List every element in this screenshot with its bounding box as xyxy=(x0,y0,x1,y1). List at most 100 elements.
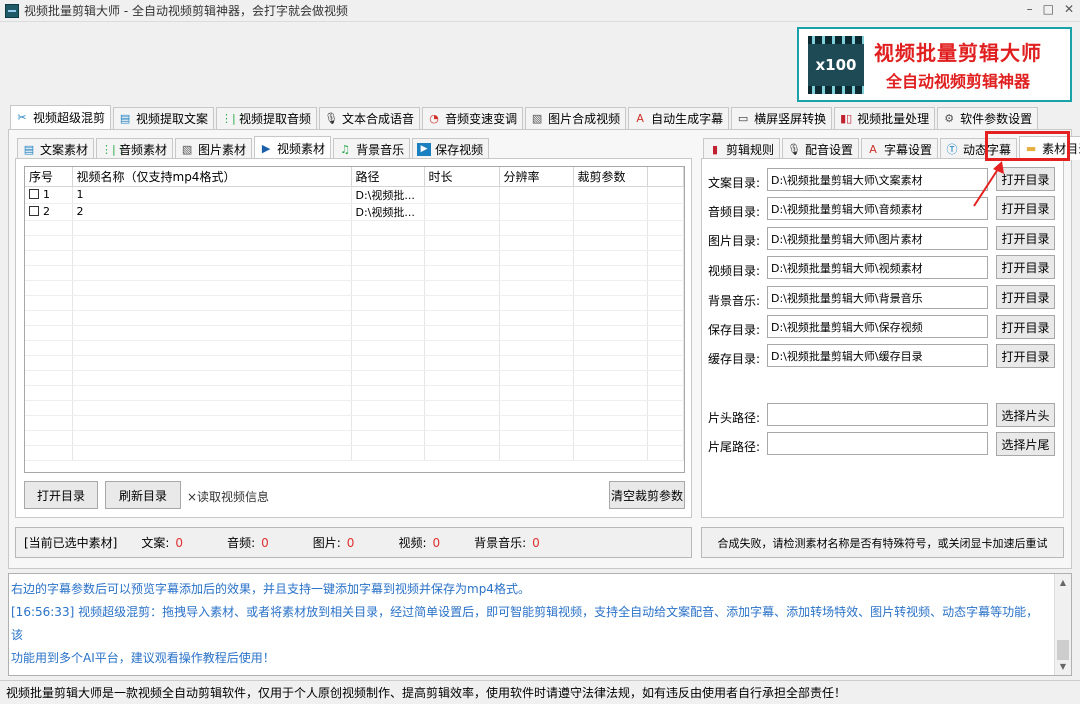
tab-extract-text[interactable]: ▤ 视频提取文案 xyxy=(113,107,215,129)
cache-dir-field[interactable]: D:\视频批量剪辑大师\缓存目录 xyxy=(767,344,988,367)
col-duration-header[interactable]: 时长 xyxy=(424,167,500,187)
row-checkbox[interactable] xyxy=(29,189,39,199)
log-scrollbar[interactable]: ▲ ▼ xyxy=(1054,574,1071,675)
music-icon: ♫ xyxy=(340,143,350,156)
cell-name: 2 xyxy=(72,203,352,221)
settings-tabs: ▮剪辑规则 🎙配音设置 A字幕设置 Ⓣ动态字幕 ▬素材目录 xyxy=(703,136,1080,160)
clear-crop-params-button[interactable]: 清空裁剪参数 xyxy=(609,481,685,509)
col-index-header[interactable]: 序号 xyxy=(25,167,73,187)
maximize-button[interactable]: □ xyxy=(1043,2,1054,16)
select-outro-button[interactable]: 选择片尾 xyxy=(996,432,1055,456)
outro-path-field[interactable] xyxy=(767,432,988,455)
minimize-button[interactable]: – xyxy=(1027,2,1033,16)
audio-dir-label: 音频目录: xyxy=(708,205,761,219)
open-music-dir-button[interactable]: 打开目录 xyxy=(996,285,1055,309)
tab-text-material[interactable]: ▤ 文案素材 xyxy=(17,138,95,160)
waveform-icon: ⋮|⋮ xyxy=(221,112,247,125)
music-dir-label: 背景音乐: xyxy=(708,294,761,308)
image-dir-field[interactable]: D:\视频批量剪辑大师\图片素材 xyxy=(767,227,988,250)
open-cache-dir-button[interactable]: 打开目录 xyxy=(996,344,1055,368)
film-logo-icon: x100 xyxy=(808,35,864,94)
tab-text-to-speech[interactable]: 🎙 文本合成语音 xyxy=(319,107,421,129)
tab-edit-rules[interactable]: ▮ 剪辑规则 xyxy=(703,138,781,160)
image-count: 0 xyxy=(346,535,355,550)
video-dir-field[interactable]: D:\视频批量剪辑大师\视频素材 xyxy=(767,256,988,279)
audio-count: 0 xyxy=(261,535,269,550)
tab-save-video[interactable]: ▶ 保存视频 xyxy=(412,138,490,160)
cell-name: 1 xyxy=(72,186,352,204)
read-video-info-checkbox[interactable]: ×读取视频信息 xyxy=(187,488,269,505)
empty-table-row xyxy=(25,235,684,251)
text-box-icon: Ⓣ xyxy=(946,143,958,156)
open-audio-dir-button[interactable]: 打开目录 xyxy=(996,196,1055,220)
open-text-dir-button[interactable]: 打开目录 xyxy=(996,167,1055,191)
tab-video-material[interactable]: ▶ 视频素材 xyxy=(254,136,332,160)
empty-table-row xyxy=(25,310,684,326)
title-bar: 视频批量剪辑大师 - 全自动视频剪辑神器，会打字就会做视频 – □ ✕ xyxy=(0,0,1080,22)
select-intro-button[interactable]: 选择片头 xyxy=(996,403,1055,427)
text-count: 0 xyxy=(175,535,184,550)
cell-path: D:\视频批... xyxy=(351,186,425,204)
scroll-down-arrow-icon[interactable]: ▼ xyxy=(1055,658,1071,675)
col-resolution-header[interactable]: 分辨率 xyxy=(499,167,574,187)
scroll-up-arrow-icon[interactable]: ▲ xyxy=(1055,574,1071,591)
audio-dir-field[interactable]: D:\视频批量剪辑大师\音频素材 xyxy=(767,197,988,220)
scissors-icon: ✂ xyxy=(17,111,27,124)
scroll-thumb[interactable] xyxy=(1057,640,1069,660)
tab-image-to-video[interactable]: ▧ 图片合成视频 xyxy=(525,107,627,129)
folder-icon: ▬ xyxy=(1025,142,1037,155)
tab-batch-process[interactable]: ▮▯ 视频批量处理 xyxy=(834,107,936,129)
image-icon: ▧ xyxy=(531,112,543,125)
window-title: 视频批量剪辑大师 - 全自动视频剪辑神器，会打字就会做视频 xyxy=(24,4,348,18)
text-dir-field[interactable]: D:\视频批量剪辑大师\文案素材 xyxy=(767,168,988,191)
tab-background-music[interactable]: ♫ 背景音乐 xyxy=(333,138,411,160)
tab-extract-audio[interactable]: ⋮|⋮ 视频提取音频 xyxy=(216,107,318,129)
image-icon: ▧ xyxy=(181,143,193,156)
tab-subtitle-settings[interactable]: A 字幕设置 xyxy=(861,138,939,160)
col-path-header[interactable]: 路径 xyxy=(351,167,425,187)
empty-table-row xyxy=(25,400,684,416)
video-count: 0 xyxy=(432,535,441,550)
footer-disclaimer: 视频批量剪辑大师是一款视频全自动剪辑软件，仅用于个人原创视频制作、提高剪辑效率，… xyxy=(0,680,1080,704)
tab-audio-material[interactable]: ⋮|⋮ 音频素材 xyxy=(96,138,174,160)
empty-table-row xyxy=(25,385,684,401)
close-button[interactable]: ✕ xyxy=(1064,2,1074,16)
col-crop-header[interactable]: 裁剪参数 xyxy=(573,167,648,187)
video-table[interactable]: 序号 视频名称（仅支持mp4格式） 路径 时长 分辨率 裁剪参数 1 1 D:\… xyxy=(24,166,685,473)
open-directory-button[interactable]: 打开目录 xyxy=(24,481,98,509)
play-icon: ▶ xyxy=(261,142,271,155)
tab-dubbing-settings[interactable]: 🎙 配音设置 xyxy=(782,138,860,160)
tab-image-material[interactable]: ▧ 图片素材 xyxy=(175,138,253,160)
intro-path-field[interactable] xyxy=(767,403,988,426)
tab-dynamic-subtitle[interactable]: Ⓣ 动态字幕 xyxy=(940,138,1018,160)
open-image-dir-button[interactable]: 打开目录 xyxy=(996,226,1055,250)
row-checkbox[interactable] xyxy=(29,206,39,216)
tab-video-super-mix[interactable]: ✂ 视频超级混剪 xyxy=(10,105,112,129)
empty-table-row xyxy=(25,340,684,356)
open-video-dir-button[interactable]: 打开目录 xyxy=(996,255,1055,279)
refresh-directory-button[interactable]: 刷新目录 xyxy=(105,481,181,509)
film-icon: ▮▯ xyxy=(840,112,853,125)
table-header-row: 序号 视频名称（仅支持mp4格式） 路径 时长 分辨率 裁剪参数 xyxy=(25,167,684,187)
cache-dir-label: 缓存目录: xyxy=(708,352,761,366)
empty-table-row xyxy=(25,280,684,296)
video-dir-label: 视频目录: xyxy=(708,264,761,278)
tab-auto-subtitle[interactable]: A 自动生成字幕 xyxy=(628,107,730,129)
material-tabs: ▤ 文案素材 ⋮|⋮ 音频素材 ▧ 图片素材 ▶ 视频素材 ♫ 背景音乐 ▶ 保存视频 xyxy=(17,136,491,160)
gear-icon: ⚙ xyxy=(944,112,955,125)
music-dir-field[interactable]: D:\视频批量剪辑大师\背景音乐 xyxy=(767,286,988,309)
tab-settings[interactable]: ⚙ 软件参数设置 xyxy=(937,107,1039,129)
table-row[interactable]: 1 1 D:\视频批... xyxy=(25,186,684,204)
tab-screen-rotate[interactable]: ▭ 横屏竖屏转换 xyxy=(731,107,833,129)
table-row[interactable]: 2 2 D:\视频批... xyxy=(25,203,684,221)
log-output[interactable]: 右边的字幕参数后可以预览字幕添加后的效果，并且支持一键添加字幕到视频并保存为mp… xyxy=(8,573,1072,676)
tab-audio-speed[interactable]: ◔ 音频变速变调 xyxy=(422,107,524,129)
open-save-dir-button[interactable]: 打开目录 xyxy=(996,315,1055,339)
empty-table-row xyxy=(25,265,684,281)
tab-material-directory[interactable]: ▬素材目录 xyxy=(1019,136,1080,160)
col-name-header[interactable]: 视频名称（仅支持mp4格式） xyxy=(72,167,352,187)
save-dir-field[interactable]: D:\视频批量剪辑大师\保存视频 xyxy=(767,315,988,338)
document-icon: ▤ xyxy=(119,112,131,125)
empty-table-row xyxy=(25,370,684,386)
film-icon: ▮ xyxy=(711,143,719,156)
